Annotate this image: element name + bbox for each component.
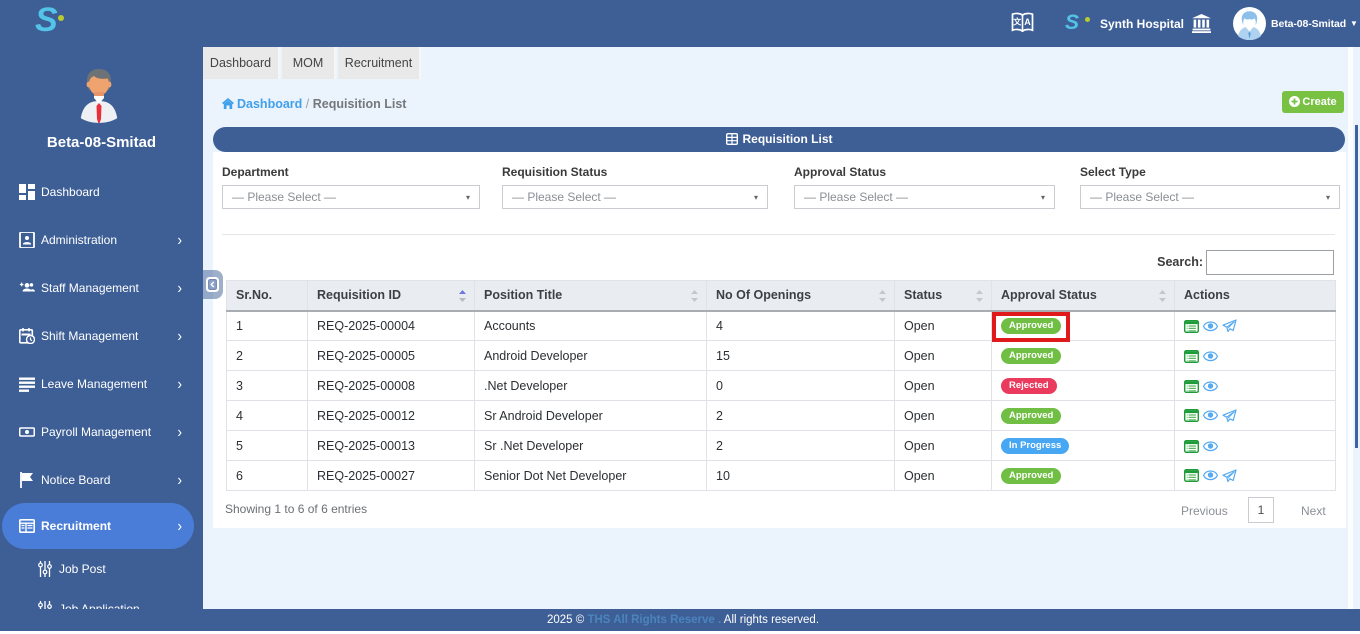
svg-text:⽂: ⽂ (1013, 17, 1022, 27)
svg-text:A: A (1024, 17, 1031, 27)
